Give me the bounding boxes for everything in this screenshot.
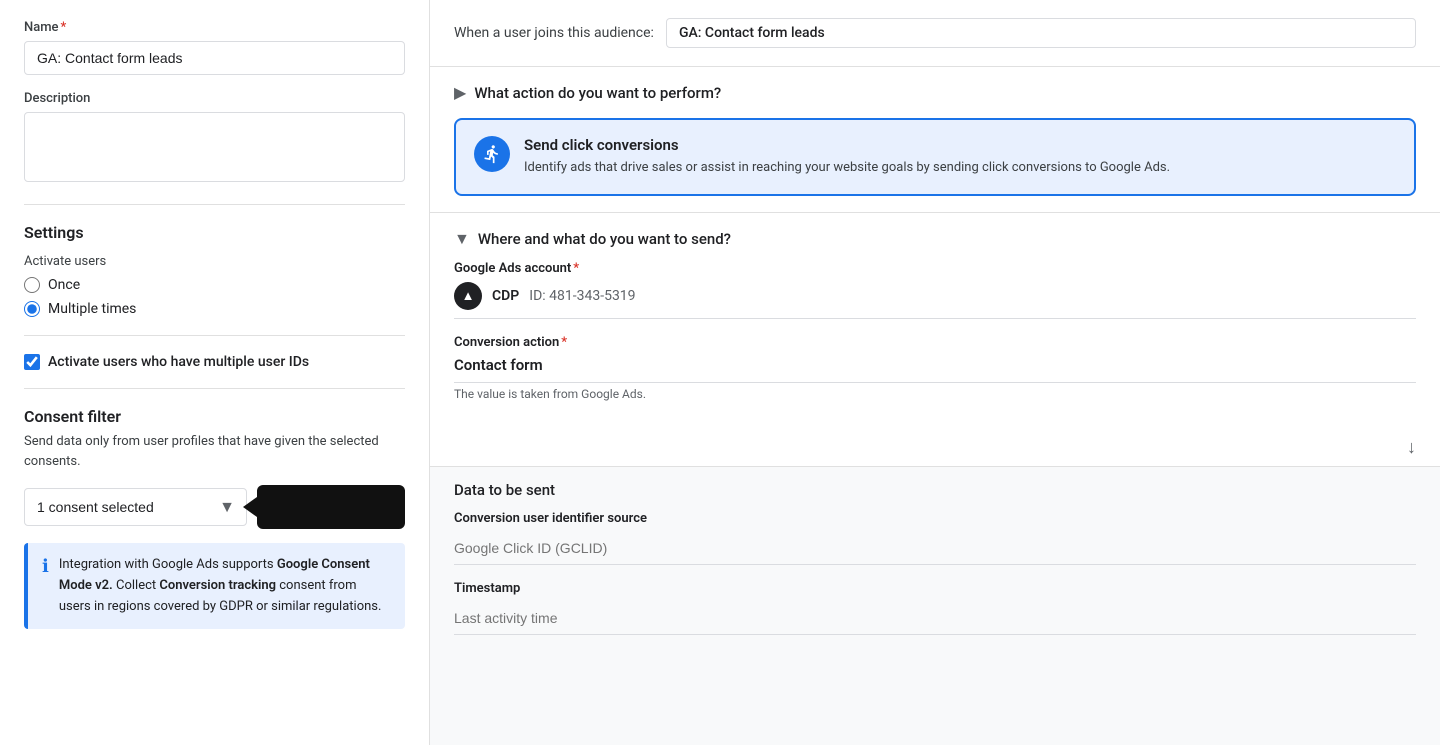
conversion-action-value: Contact form <box>454 356 1416 383</box>
data-sent-label: Data to be sent <box>454 481 555 499</box>
conversion-user-id-input[interactable] <box>454 532 1416 565</box>
radio-multiple-input[interactable] <box>24 301 40 317</box>
action-card-desc: Identify ads that drive sales or assist … <box>524 158 1170 178</box>
action-card[interactable]: Send click conversions Identify ads that… <box>454 118 1416 196</box>
radio-once-input[interactable] <box>24 277 40 293</box>
timestamp-input[interactable] <box>454 602 1416 635</box>
google-ads-account-field: Google Ads account* ▲ CDP ID: 481-343-53… <box>454 261 1416 319</box>
description-input[interactable] <box>24 112 405 182</box>
info-icon: ℹ <box>42 556 49 577</box>
timestamp-label: Timestamp <box>454 581 1416 596</box>
info-text: Integration with Google Ads supports Goo… <box>59 555 391 617</box>
name-required-star: * <box>61 20 67 35</box>
conversion-required-star: * <box>561 335 567 350</box>
google-ads-account-row: ▲ CDP ID: 481-343-5319 <box>454 282 1416 319</box>
activate-multiple-ids-row[interactable]: Activate users who have multiple user ID… <box>24 354 405 370</box>
where-section: ▼ Where and what do you want to send? Go… <box>430 213 1440 467</box>
conversion-action-hint: The value is taken from Google Ads. <box>454 387 1416 401</box>
chevron-right-icon: ▶ <box>454 83 466 102</box>
settings-title: Settings <box>24 223 405 242</box>
where-header-label: Where and what do you want to send? <box>478 230 731 248</box>
divider-1 <box>24 204 405 205</box>
action-card-content: Send click conversions Identify ads that… <box>524 136 1170 178</box>
audience-join-label: When a user joins this audience: <box>454 25 654 41</box>
description-field: Description <box>24 91 405 186</box>
consent-select-container: 1 consent selected ▼ <box>24 485 405 529</box>
name-input[interactable] <box>24 41 405 75</box>
divider-3 <box>24 388 405 389</box>
radio-multiple-label: Multiple times <box>48 301 136 317</box>
action-card-title: Send click conversions <box>524 136 1170 154</box>
where-header[interactable]: ▼ Where and what do you want to send? <box>430 213 1440 261</box>
ads-account-id: ID: 481-343-5319 <box>529 288 635 304</box>
info-box: ℹ Integration with Google Ads supports G… <box>24 543 405 629</box>
cursor-icon <box>482 144 502 164</box>
annotation-arrow-left <box>243 497 257 517</box>
timestamp-field: Timestamp <box>454 581 1416 635</box>
data-sent-body: Conversion user identifier source Timest… <box>430 511 1440 635</box>
activate-users-label: Activate users <box>24 254 405 269</box>
google-ads-label: Google Ads account* <box>454 261 1416 276</box>
audience-join-value: GA: Contact form leads <box>666 18 1416 48</box>
consent-select[interactable]: 1 consent selected <box>24 488 247 526</box>
ads-required-star: * <box>573 261 579 276</box>
chevron-down-icon-where: ▼ <box>454 229 470 249</box>
activate-multiple-ids-checkbox[interactable] <box>24 354 40 370</box>
ads-account-icon: ▲ <box>454 282 482 310</box>
left-panel: Name* Description Settings Activate user… <box>0 0 430 745</box>
divider-2 <box>24 335 405 336</box>
consent-filter-title: Consent filter <box>24 407 405 426</box>
conversion-user-id-label: Conversion user identifier source <box>454 511 1416 526</box>
name-label: Name* <box>24 20 405 35</box>
send-conversions-icon <box>474 136 510 172</box>
annotation-box <box>257 485 405 529</box>
description-label: Description <box>24 91 405 106</box>
divider-row: ↓ <box>430 437 1440 458</box>
radio-multiple[interactable]: Multiple times <box>24 301 405 317</box>
conversion-action-field: Conversion action* Contact form The valu… <box>454 335 1416 401</box>
where-body: Google Ads account* ▲ CDP ID: 481-343-53… <box>430 261 1440 433</box>
action-accordion-label: What action do you want to perform? <box>474 84 721 102</box>
audience-join-row: When a user joins this audience: GA: Con… <box>430 0 1440 67</box>
activate-users-radio-group: Once Multiple times <box>24 277 405 317</box>
activate-multiple-ids-label: Activate users who have multiple user ID… <box>48 354 309 370</box>
arrow-annotation <box>257 485 405 529</box>
action-accordion-header[interactable]: ▶ What action do you want to perform? <box>430 67 1440 118</box>
consent-filter-desc: Send data only from user profiles that h… <box>24 432 405 471</box>
radio-once-label: Once <box>48 277 80 293</box>
data-sent-header: Data to be sent <box>430 467 1440 511</box>
ads-account-name: CDP <box>492 288 519 304</box>
data-sent-section: Data to be sent Conversion user identifi… <box>430 467 1440 667</box>
right-panel: When a user joins this audience: GA: Con… <box>430 0 1440 745</box>
conversion-action-label: Conversion action* <box>454 335 1416 350</box>
app-layout: Name* Description Settings Activate user… <box>0 0 1440 745</box>
down-arrow-icon: ↓ <box>1407 437 1416 458</box>
conversion-user-id-field: Conversion user identifier source <box>454 511 1416 565</box>
action-accordion: ▶ What action do you want to perform? Se… <box>430 67 1440 213</box>
radio-once[interactable]: Once <box>24 277 405 293</box>
name-field: Name* <box>24 20 405 75</box>
